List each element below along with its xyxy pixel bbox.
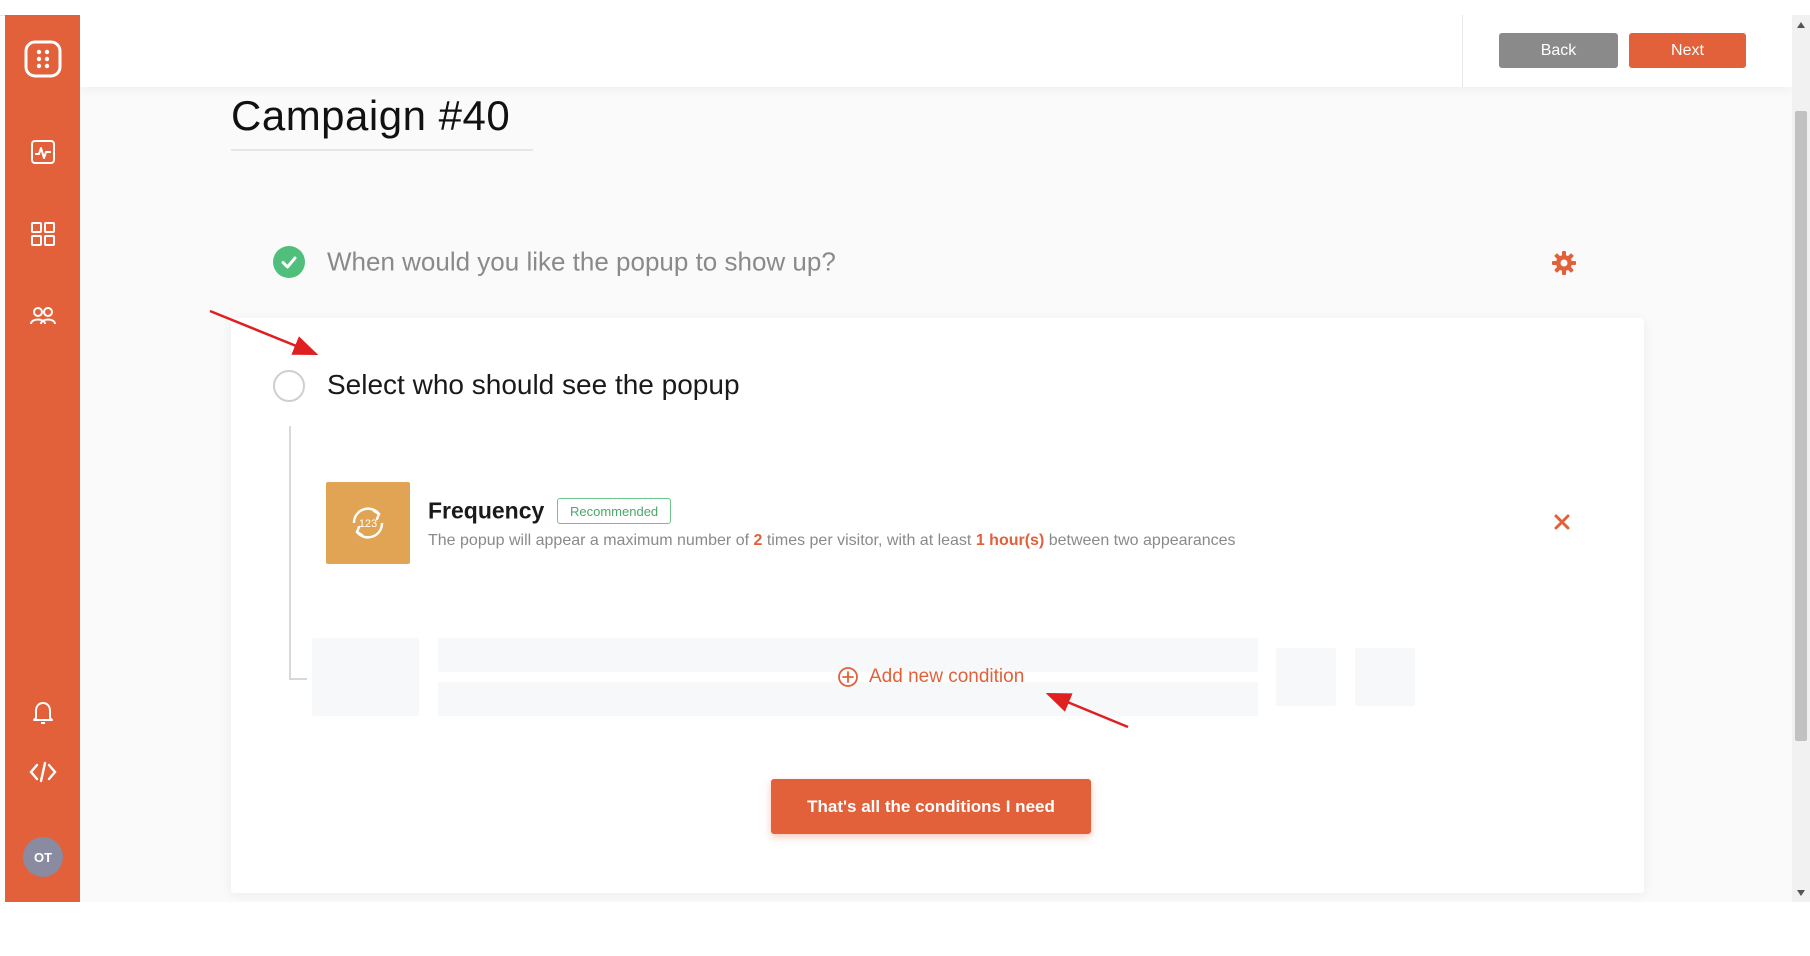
bell-icon[interactable] (5, 698, 80, 728)
desc-mid: times per visitor, with at least (766, 532, 972, 549)
avatar[interactable]: OT (23, 837, 63, 877)
max-count-value[interactable]: 2 (754, 532, 763, 549)
dashboard-grid-icon[interactable] (5, 219, 80, 249)
step-audience-title[interactable]: Select who should see the popup (327, 369, 740, 401)
timeline-foot (289, 678, 307, 680)
sidebar: OT (5, 15, 80, 902)
desc-suffix: between two appearances (1048, 532, 1236, 549)
page-title[interactable]: Campaign #40 (231, 92, 510, 140)
timeline-line (289, 426, 291, 680)
scroll-down-arrow-icon[interactable] (1796, 888, 1806, 898)
step-pending-circle-icon (273, 370, 305, 402)
placeholder-square (1276, 648, 1336, 706)
header-divider (1462, 15, 1463, 87)
add-new-condition-label: Add new condition (869, 666, 1025, 687)
step-completed-check-icon (273, 246, 305, 278)
users-icon[interactable] (5, 301, 80, 331)
interval-value[interactable]: 1 hour(s) (976, 532, 1044, 549)
remove-condition-close-icon[interactable] (1550, 510, 1574, 534)
condition-description[interactable]: The popup will appear a maximum number o… (428, 532, 1236, 550)
desc-prefix: The popup will appear a maximum number o… (428, 532, 750, 549)
placeholder-block (312, 638, 419, 716)
scrollbar-thumb[interactable] (1795, 111, 1807, 741)
condition-title[interactable]: Frequency (428, 498, 544, 525)
frequency-icon-text: 123 (359, 518, 377, 530)
done-conditions-button[interactable]: That's all the conditions I need (771, 779, 1091, 834)
next-button[interactable]: Next (1629, 33, 1746, 68)
recommended-badge: Recommended (557, 498, 672, 524)
add-new-condition-button[interactable]: Add new condition (837, 666, 1024, 688)
top-bar: Back Next (80, 15, 1792, 87)
plus-circle-icon (838, 667, 858, 687)
title-underline (231, 149, 533, 151)
analytics-icon[interactable] (5, 137, 80, 167)
main-content: Back Next Campaign #40 When would you li… (80, 15, 1792, 902)
back-button[interactable]: Back (1499, 33, 1618, 68)
frequency-icon: 123 (326, 482, 410, 564)
code-icon[interactable] (5, 757, 80, 787)
gear-icon[interactable] (1551, 250, 1577, 276)
window-top-strip (0, 0, 1810, 16)
logo-icon[interactable] (5, 37, 80, 81)
scroll-up-arrow-icon[interactable] (1796, 20, 1806, 30)
bottom-blank-area (0, 902, 1810, 956)
audience-step-card: Select who should see the popup 123 Freq… (231, 318, 1644, 893)
placeholder-square (1355, 648, 1415, 706)
step-when-title[interactable]: When would you like the popup to show up… (327, 247, 836, 278)
